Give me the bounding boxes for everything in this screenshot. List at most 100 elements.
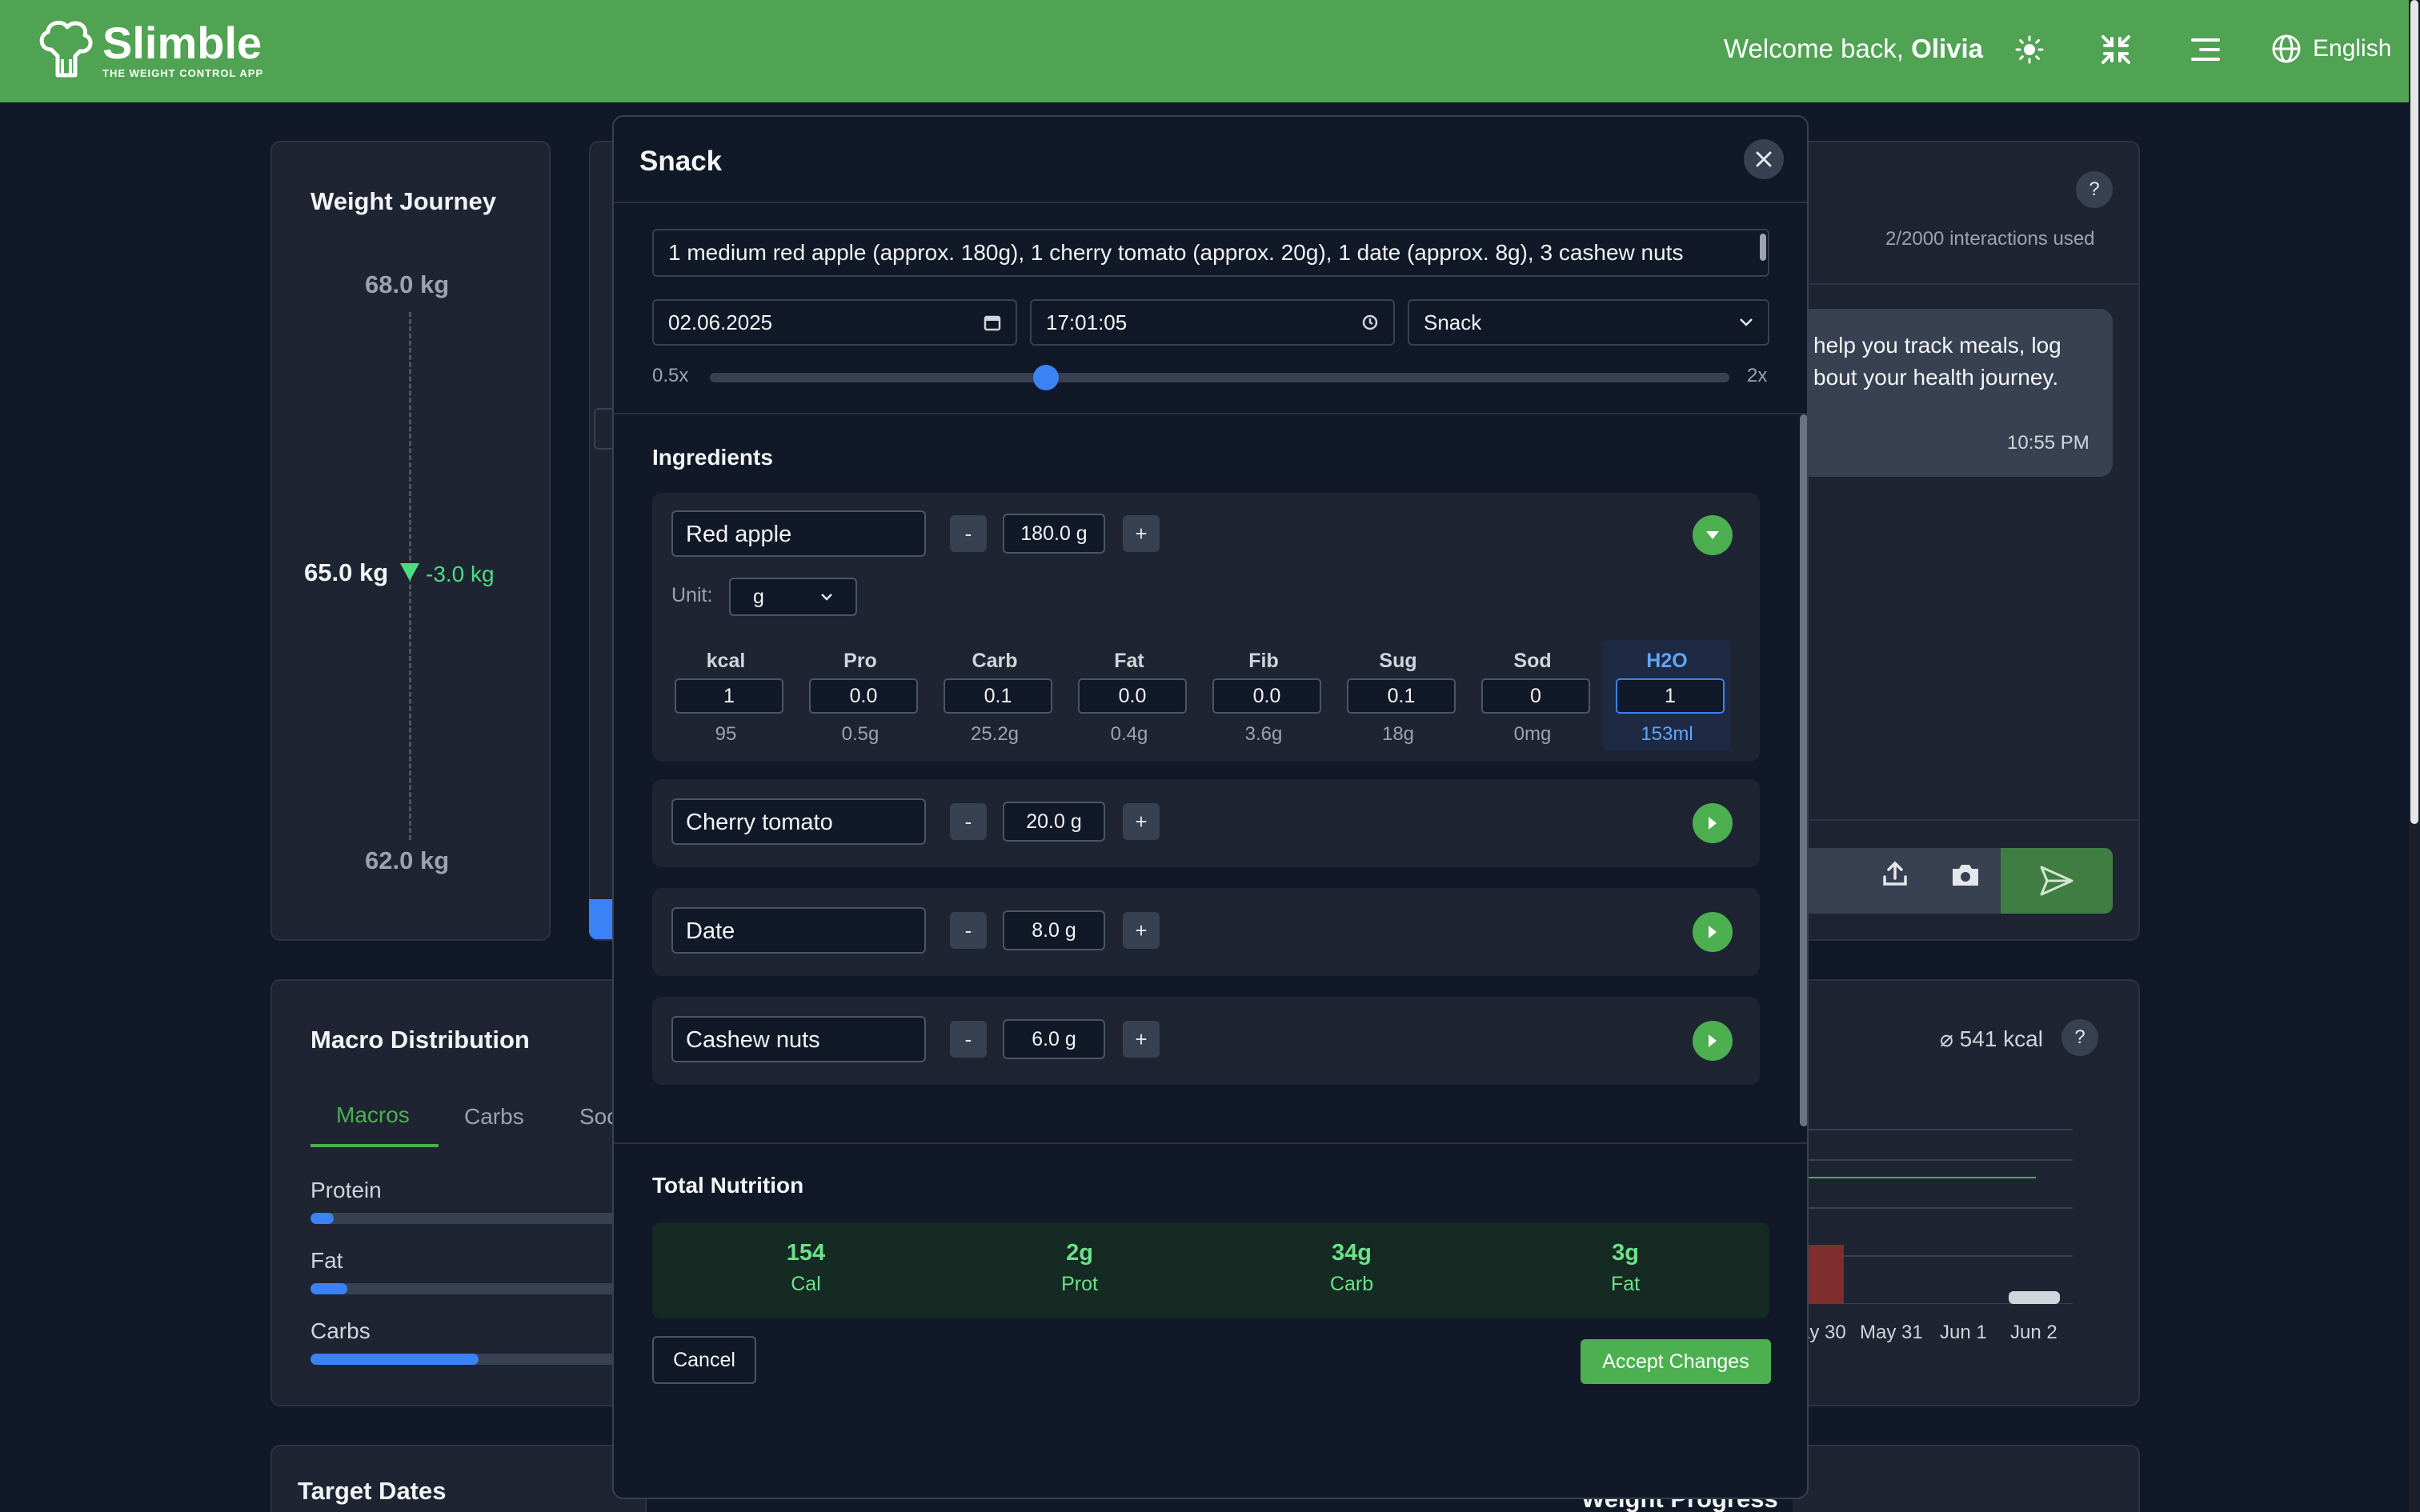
calorie-help-button[interactable]: ?: [2061, 1019, 2098, 1056]
ingredient-name-input[interactable]: Cherry tomato: [671, 798, 926, 845]
weight-change-value: -3.0 kg: [426, 562, 495, 586]
quantity-input[interactable]: 8.0 g: [1003, 910, 1105, 950]
expand-ingredient-button[interactable]: [1693, 912, 1733, 952]
nutrient-input[interactable]: 1: [1616, 678, 1725, 714]
page-scrollbar-thumb[interactable]: [2410, 0, 2418, 824]
chart-date-label: May 31: [1860, 1322, 1923, 1343]
date-value: 02.06.2025: [668, 310, 773, 334]
menu-button[interactable]: [2188, 32, 2223, 67]
accept-changes-button[interactable]: Accept Changes: [1581, 1339, 1771, 1384]
collapse-ingredient-button[interactable]: [1693, 515, 1733, 555]
ingredient-name-input[interactable]: Date: [671, 907, 926, 954]
language-selector[interactable]: English: [2271, 34, 2391, 64]
unit-label: Unit:: [671, 584, 713, 606]
interactions-counter: 2/2000 interactions used: [1885, 228, 2095, 250]
total-calories: 154 Cal: [726, 1240, 886, 1296]
caret-right-icon: [1709, 926, 1717, 938]
time-input[interactable]: 17:01:05: [1030, 299, 1395, 346]
caret-right-icon: [1709, 817, 1717, 830]
upload-icon: [1883, 861, 1907, 886]
meal-log-action[interactable]: [589, 899, 613, 939]
nutrient-input[interactable]: 1: [675, 678, 783, 714]
send-button[interactable]: [2001, 848, 2113, 914]
quantity-input[interactable]: 6.0 g: [1003, 1019, 1105, 1059]
macro-label-protein: Protein: [311, 1178, 382, 1202]
nutrient-input[interactable]: 0.0: [809, 678, 918, 714]
slider-min-label: 0.5x: [652, 365, 689, 386]
total-label: Carb: [1329, 1273, 1374, 1295]
close-icon: [1756, 151, 1772, 167]
tab-macros[interactable]: Macros: [336, 1102, 410, 1128]
total-label: Prot: [1061, 1273, 1098, 1295]
meal-description-input[interactable]: 1 medium red apple (approx. 180g), 1 che…: [652, 229, 1769, 277]
increase-button[interactable]: +: [1123, 803, 1160, 840]
nutrient-total: 25.2g: [970, 723, 1020, 745]
nutrient-input[interactable]: 0: [1481, 678, 1590, 714]
quantity-input[interactable]: 20.0 g: [1003, 802, 1105, 842]
portion-slider[interactable]: [710, 373, 1729, 382]
ingredients-scroll-thumb[interactable]: [1800, 414, 1807, 1126]
description-scroll-thumb[interactable]: [1760, 234, 1766, 261]
total-label: Fat: [1610, 1273, 1641, 1295]
date-input[interactable]: 02.06.2025: [652, 299, 1017, 346]
caret-right-icon: [1709, 1034, 1717, 1047]
ingredient-name-input[interactable]: Cashew nuts: [671, 1016, 926, 1062]
total-label: Cal: [791, 1273, 821, 1295]
nutrient-total: 95: [715, 723, 737, 745]
quantity-input[interactable]: 180.0 g: [1003, 514, 1105, 554]
average-kcal: ⌀ 541 kcal: [1940, 1026, 2043, 1051]
send-icon: [2040, 866, 2073, 896]
close-button[interactable]: [1744, 139, 1784, 179]
total-value: 2g: [1066, 1240, 1093, 1266]
upload-button[interactable]: [1881, 859, 1909, 892]
camera-icon: [1953, 865, 1978, 886]
expand-ingredient-button[interactable]: [1693, 1021, 1733, 1061]
clock-icon: [1362, 314, 1378, 330]
collapse-icon: [2101, 35, 2130, 64]
carbs-bar: [311, 1354, 647, 1365]
unit-select[interactable]: g: [729, 578, 857, 616]
nutrient-input[interactable]: 0.1: [1347, 678, 1456, 714]
weight-bottom-value: 62.0 kg: [365, 846, 450, 874]
welcome-prefix: Welcome back,: [1724, 34, 1912, 63]
caret-down-icon: [1706, 531, 1719, 539]
decrease-button[interactable]: -: [950, 515, 987, 552]
nutrient-kcal: kcal 1 95: [662, 640, 790, 750]
welcome-message: Welcome back, Olivia: [1724, 34, 1983, 64]
modal-title: Snack: [639, 146, 723, 177]
expand-ingredient-button[interactable]: [1693, 803, 1733, 843]
theme-toggle-button[interactable]: [2012, 32, 2047, 67]
chat-input-divider: [1809, 819, 2138, 821]
chat-help-button[interactable]: ?: [2076, 171, 2113, 208]
weight-top-value: 68.0 kg: [365, 270, 450, 298]
decrease-button[interactable]: -: [950, 1021, 987, 1058]
protein-bar: [311, 1213, 647, 1224]
fat-bar-fill: [311, 1283, 348, 1294]
camera-button[interactable]: [1949, 862, 1981, 892]
broccoli-icon: [39, 20, 93, 78]
meal-type-value: Snack: [1424, 310, 1482, 334]
increase-button[interactable]: +: [1123, 515, 1160, 552]
app-logo[interactable]: Slimble THE WEIGHT CONTROL APP: [35, 18, 263, 82]
nutrient-header: Fib: [1248, 650, 1279, 672]
chat-divider: [1809, 283, 2138, 285]
cancel-button[interactable]: Cancel: [652, 1336, 756, 1384]
globe-icon: [2272, 34, 2301, 63]
increase-button[interactable]: +: [1123, 1021, 1160, 1058]
decrease-button[interactable]: -: [950, 912, 987, 949]
nutrient-input[interactable]: 0.0: [1212, 678, 1321, 714]
page-scrollbar[interactable]: [2409, 0, 2420, 1512]
nutrient-sugar: Sug 0.1 18g: [1334, 640, 1462, 750]
meal-type-select[interactable]: Snack: [1408, 299, 1769, 346]
tab-carbs[interactable]: Carbs: [464, 1104, 524, 1130]
nutrient-input[interactable]: 0.0: [1078, 678, 1187, 714]
chat-message-line: bout your health journey.: [1813, 365, 2059, 390]
increase-button[interactable]: +: [1123, 912, 1160, 949]
portion-slider-handle[interactable]: [1033, 365, 1060, 390]
ingredient-name-input[interactable]: Red apple: [671, 510, 926, 557]
nutrient-water: H2O 1 153ml: [1603, 640, 1731, 750]
chevron-down-icon: [821, 594, 832, 601]
compact-view-button[interactable]: [2098, 32, 2134, 67]
nutrient-input[interactable]: 0.1: [944, 678, 1052, 714]
decrease-button[interactable]: -: [950, 803, 987, 840]
